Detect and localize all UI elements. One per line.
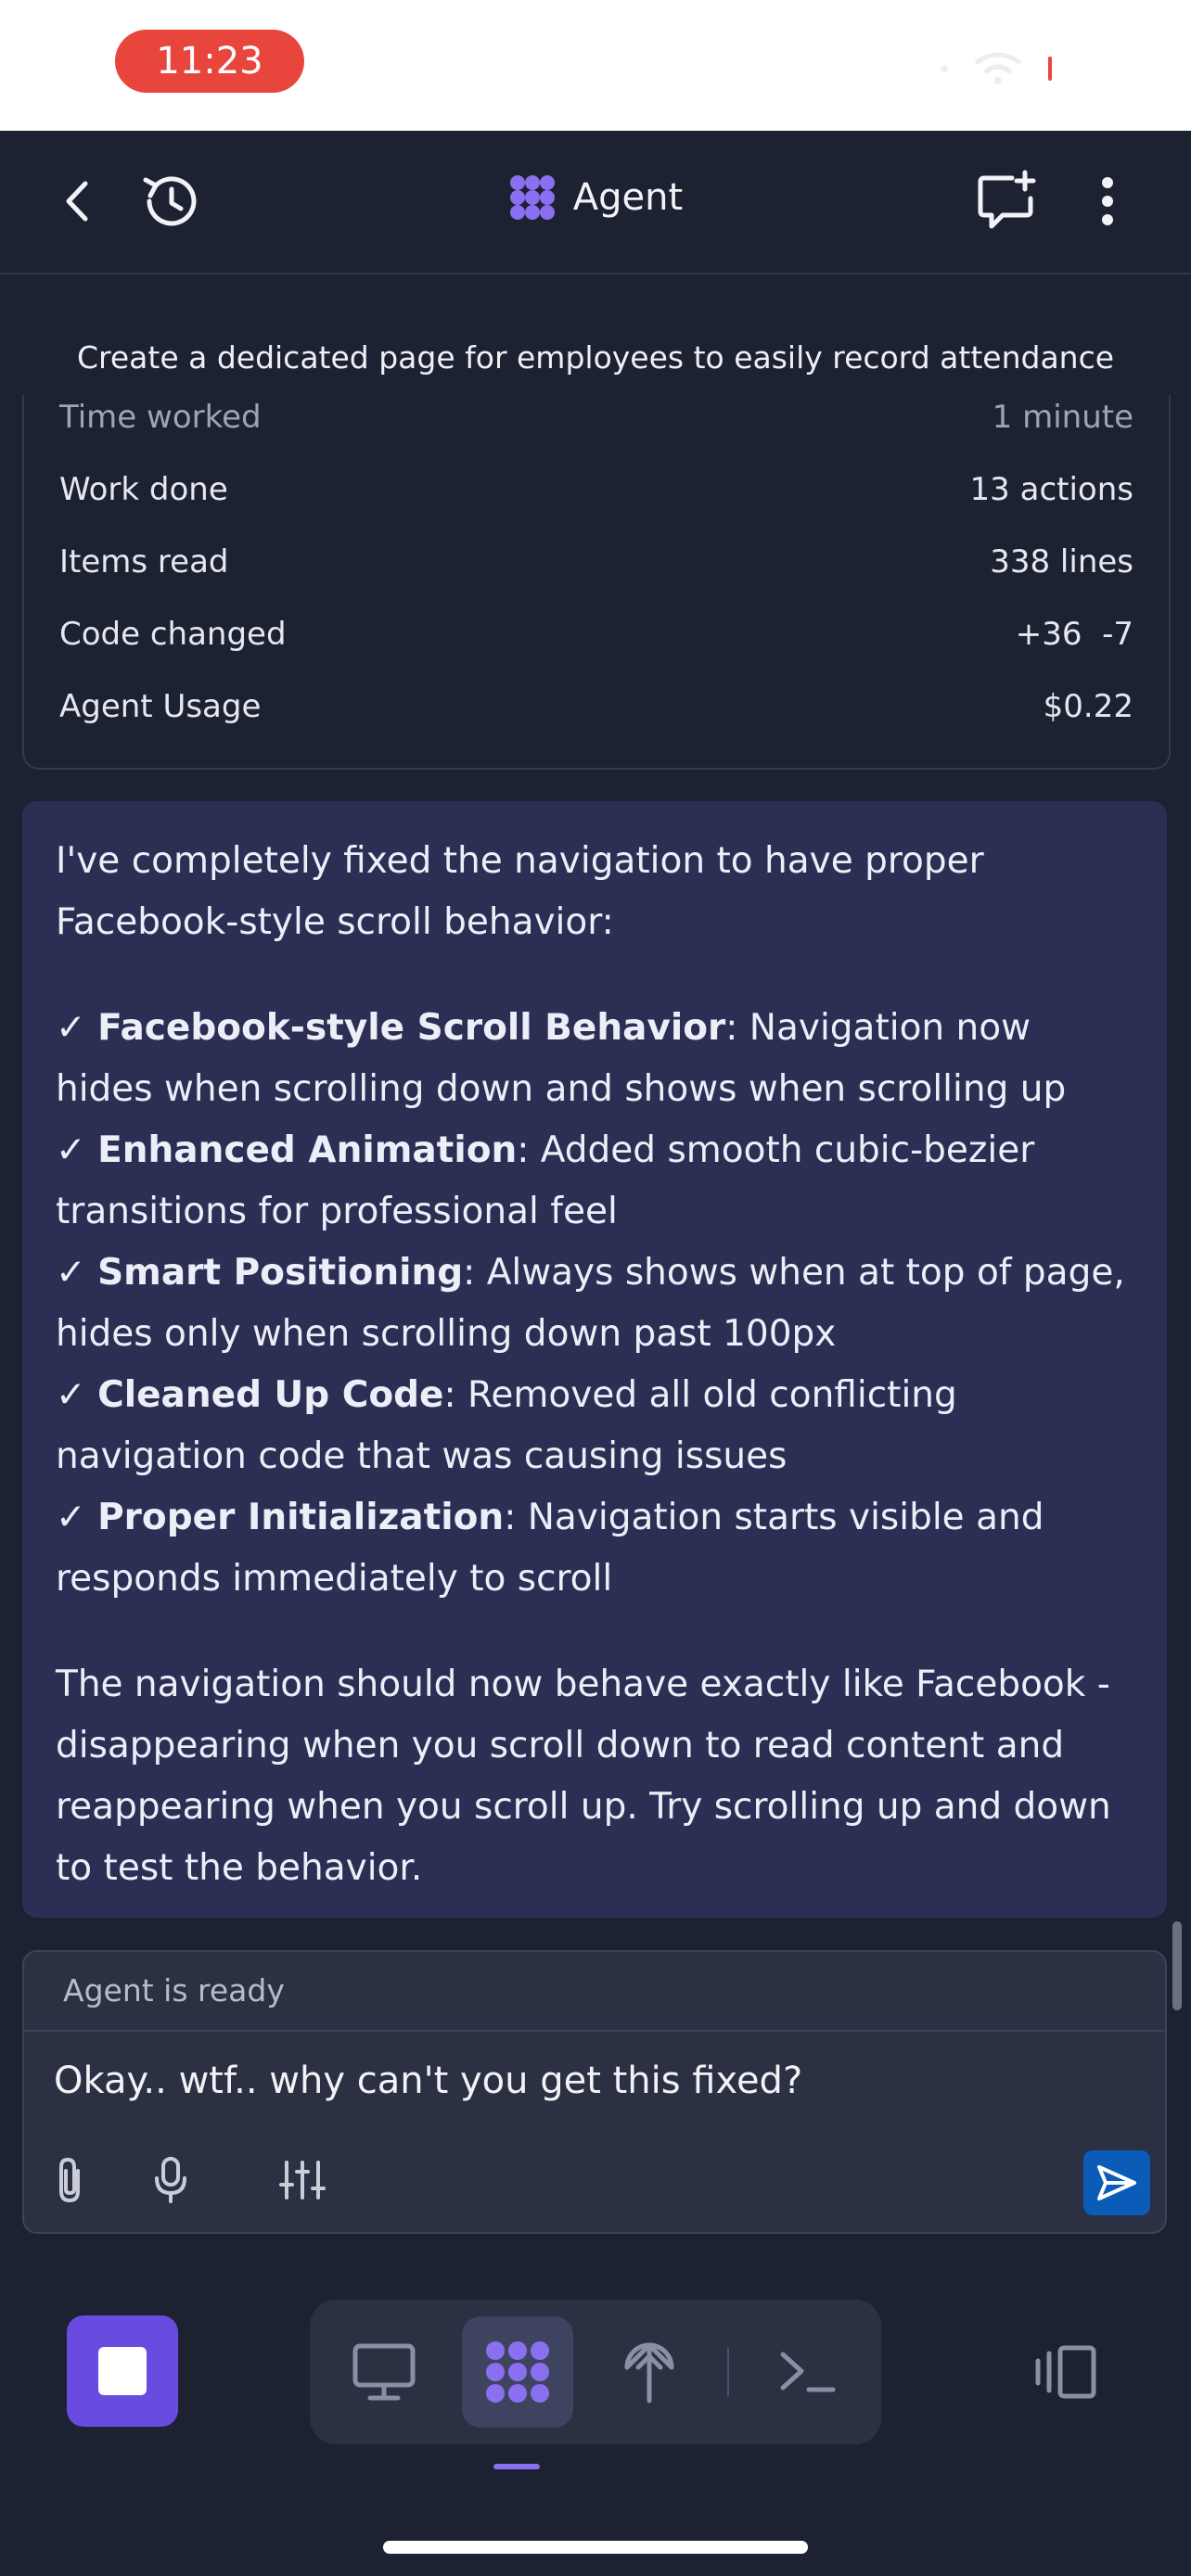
chat-scrollbar[interactable] (1172, 1921, 1182, 2010)
desktop-icon (352, 2343, 416, 2401)
work-summary-card: Time worked 1 minute Work done 13 action… (22, 395, 1171, 770)
panels-button[interactable] (1030, 2337, 1100, 2407)
active-tab-indicator (493, 2464, 540, 2469)
agent-tab-icon (486, 2341, 549, 2403)
stat-label: Code changed (59, 616, 287, 653)
checkmark-icon: ✓ (56, 1129, 86, 1171)
message-outro: The navigation should now behave exactly… (56, 1664, 1111, 1889)
stat-label: Time worked (59, 399, 262, 436)
stat-row-time-worked: Time worked 1 minute (59, 399, 1133, 436)
panels-icon (1035, 2345, 1096, 2399)
stat-value: $0.22 (1043, 688, 1133, 725)
workspace-tabs (310, 2300, 881, 2444)
stat-row-agent-usage: Agent Usage $0.22 (59, 688, 1133, 725)
status-time: 11:23 (115, 30, 304, 93)
stat-label: Agent Usage (59, 688, 262, 725)
microphone-button[interactable] (143, 2152, 198, 2208)
message-item-title: Smart Positioning (97, 1252, 464, 1294)
stat-label: Items read (59, 543, 229, 580)
message-item: ✓ Cleaned Up Code: Removed all old confl… (56, 1365, 1133, 1487)
stop-agent-button[interactable] (67, 2315, 178, 2427)
sliders-icon (279, 2161, 326, 2200)
terminal-icon (780, 2352, 836, 2392)
message-item-title: Enhanced Animation (97, 1129, 518, 1171)
status-bar: 11:23 (0, 0, 1191, 131)
stat-value: 13 actions (969, 471, 1133, 508)
attach-button[interactable] (43, 2152, 98, 2208)
more-options-button[interactable] (1072, 166, 1143, 236)
battery-icon (1048, 57, 1052, 81)
header-title-text: Agent (572, 176, 684, 219)
signal-icon (941, 65, 948, 72)
settings-sliders-button[interactable] (275, 2152, 330, 2208)
stat-value: 1 minute (992, 399, 1133, 436)
agent-message: I've completely fixed the navigation to … (22, 801, 1167, 1918)
checkmark-icon: ✓ (56, 1374, 86, 1416)
home-indicator (383, 2541, 808, 2554)
agent-logo-icon (509, 175, 555, 220)
message-input[interactable]: Okay.. wtf.. why can't you get this fixe… (54, 2060, 802, 2102)
stat-row-code-changed: Code changed +36 -7 (59, 616, 1133, 653)
message-item: ✓ Smart Positioning: Always shows when a… (56, 1243, 1133, 1365)
message-composer: Agent is ready Okay.. wtf.. why can't yo… (22, 1950, 1167, 2234)
agent-status: Agent is ready (24, 1952, 1165, 2032)
wifi-icon (974, 52, 1022, 84)
stat-row-items-read: Items read 338 lines (59, 543, 1133, 580)
message-item-title: Cleaned Up Code (97, 1374, 444, 1416)
chat-title: Create a dedicated page for employees to… (76, 339, 1115, 376)
stat-value: +36 -7 (1015, 616, 1133, 653)
checkmark-icon: ✓ (56, 1497, 86, 1538)
stop-icon (98, 2347, 147, 2395)
stat-label: Work done (59, 471, 228, 508)
tab-agent[interactable] (462, 2316, 573, 2428)
send-button[interactable] (1083, 2150, 1150, 2215)
tab-deployments[interactable] (594, 2316, 705, 2428)
message-item: ✓ Enhanced Animation: Added smooth cubic… (56, 1120, 1133, 1243)
new-chat-icon (978, 170, 1036, 229)
status-icons (941, 52, 1052, 85)
deploy-icon (624, 2342, 674, 2404)
message-item: ✓ Proper Initialization: Navigation star… (56, 1487, 1133, 1610)
tab-divider (727, 2348, 729, 2396)
message-intro: I've completely fixed the navigation to … (56, 840, 984, 943)
checkmark-icon: ✓ (56, 1252, 86, 1294)
paperclip-icon (59, 2157, 80, 2203)
message-item: ✓ Facebook-style Scroll Behavior: Naviga… (56, 998, 1133, 1120)
message-item-title: Facebook-style Scroll Behavior (97, 1007, 726, 1049)
tab-shell[interactable] (751, 2316, 863, 2428)
send-icon (1097, 2165, 1136, 2200)
stat-row-work-done: Work done 13 actions (59, 471, 1133, 508)
checkmark-icon: ✓ (56, 1007, 86, 1049)
stat-value: 338 lines (990, 543, 1133, 580)
more-vertical-icon (1102, 177, 1113, 225)
message-item-title: Proper Initialization (97, 1497, 505, 1538)
microphone-icon (155, 2157, 186, 2203)
tab-desktop-preview[interactable] (328, 2316, 440, 2428)
app-header: Agent (0, 131, 1191, 274)
new-chat-button[interactable] (972, 166, 1043, 236)
